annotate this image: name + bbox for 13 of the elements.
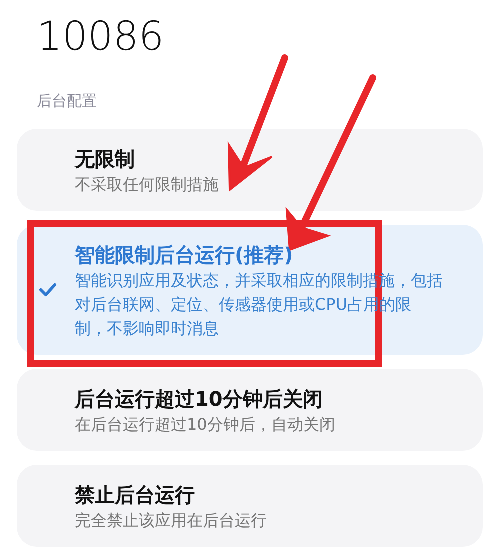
option-description: 在后台运行超过10分钟后，自动关闭: [75, 414, 336, 436]
option-title: 后台运行超过10分钟后关闭: [75, 386, 324, 412]
option-description: 完全禁止该应用在后台运行: [75, 510, 268, 532]
option-description: 不采取任何限制措施: [75, 174, 220, 196]
section-label: 后台配置: [36, 91, 98, 112]
option-title: 智能限制后台运行(推荐): [75, 242, 294, 268]
option-card[interactable]: 后台运行超过10分钟后关闭 在后台运行超过10分钟后，自动关闭: [17, 368, 483, 450]
option-title: 禁止后台运行: [75, 482, 196, 508]
option-title: 无限制: [75, 146, 136, 172]
check-icon: [39, 280, 57, 298]
page-title: 10086: [36, 13, 166, 62]
option-card[interactable]: 禁止后台运行 完全禁止该应用在后台运行: [17, 464, 483, 546]
option-card[interactable]: 无限制 不采取任何限制措施: [17, 128, 483, 210]
